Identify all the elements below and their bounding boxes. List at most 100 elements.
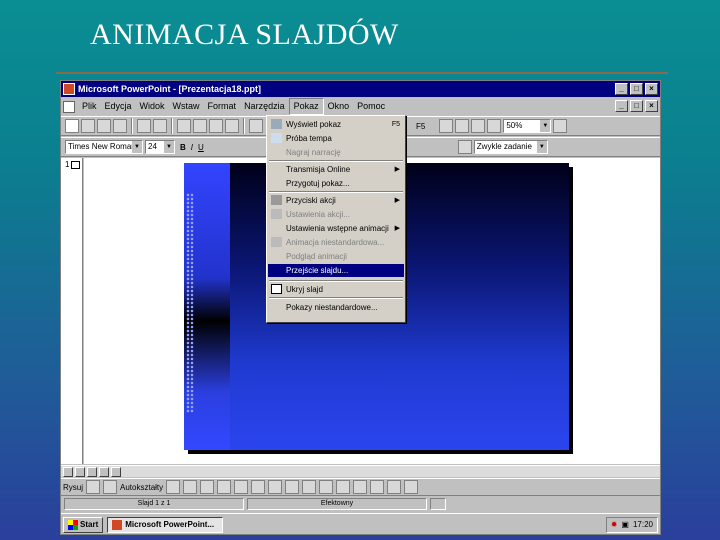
menu-wstaw[interactable]: Wstaw [169,99,204,114]
undo-icon[interactable] [249,119,263,133]
powerpoint-app-icon[interactable] [63,83,75,95]
outline-view-icon[interactable] [75,466,85,477]
doc-close-button[interactable]: × [645,100,658,112]
chevron-down-icon[interactable]: ▼ [540,120,551,132]
arrow-icon[interactable] [183,480,198,494]
custom-animation-icon [271,237,282,247]
minimize-button[interactable]: _ [615,83,628,95]
menu-item-nagraj-narracje[interactable]: Nagraj narrację [268,146,404,159]
tray-bug-icon[interactable]: ✹ [611,520,618,529]
menu-okno[interactable]: Okno [324,99,354,114]
paste-icon[interactable] [209,119,223,133]
menu-item-proba-tempa[interactable]: Próba tempa [268,132,404,145]
toolbar-separator [171,118,173,134]
fill-color-icon[interactable] [285,480,300,494]
menu-format[interactable]: Format [204,99,241,114]
horizontal-scrollbar[interactable] [61,465,660,477]
clipart-icon[interactable] [268,480,283,494]
italic-button[interactable]: I [191,143,193,152]
copy-icon[interactable] [193,119,207,133]
window-titlebar[interactable]: Microsoft PowerPoint - [Prezentacja18.pp… [61,81,660,97]
tray-app-icon[interactable]: ▣ [621,520,629,529]
menu-edycja[interactable]: Edycja [101,99,136,114]
menu-item-animacja-niestandardowa[interactable]: Animacja niestandardowa... [268,236,404,249]
font-name-value: Times New Roman [68,142,136,151]
menu-item-ustawienia-akcji[interactable]: Ustawienia akcji... [268,208,404,221]
select-pointer-icon[interactable] [86,480,101,494]
slideshow-view-icon[interactable] [111,466,121,477]
3d-icon[interactable] [404,480,419,494]
window-title: Microsoft PowerPoint - [Prezentacja18.pp… [78,84,262,94]
menu-item-przejscie-slajdu[interactable]: Przejście slajdu... [268,264,404,277]
print-icon[interactable] [137,119,151,133]
wordart-icon[interactable] [471,119,486,133]
menu-pokaz[interactable]: Pokaz [288,98,324,115]
common-tasks-combo[interactable]: Zwykle zadanie ▼ [473,140,548,154]
chevron-down-icon[interactable]: ▼ [132,141,142,153]
chevron-down-icon[interactable]: ▼ [164,141,174,153]
menu-item-ustawienia-wstepne-animacji[interactable]: Ustawienia wstępne animacji ▶ [268,222,404,235]
font-size-value: 24 [148,142,157,151]
menu-item-przyciski-akcji[interactable]: Przyciski akcji ▶ [268,194,404,207]
font-color-icon[interactable] [319,480,334,494]
powerpoint-icon [112,519,123,530]
doc-restore-button[interactable]: □ [630,100,643,112]
menu-item-podglad-animacji[interactable]: Podgląd animacji [268,250,404,263]
grayscale-icon[interactable] [487,119,502,133]
open-icon[interactable] [81,119,95,133]
zoom-combo[interactable]: 50% ▼ [503,119,552,133]
wordart-icon[interactable] [251,480,266,494]
bold-button[interactable]: B [180,143,186,152]
shortcut-hint: F5 [416,121,426,131]
shadow-icon[interactable] [387,480,402,494]
doc-minimize-button[interactable]: _ [615,100,628,112]
line-color-icon[interactable] [302,480,317,494]
chart-icon[interactable] [455,119,470,133]
format-painter-icon[interactable] [225,119,239,133]
autoshapes-menu-button[interactable]: Autokształty [120,483,163,492]
table-icon[interactable] [439,119,454,133]
menu-widok[interactable]: Widok [136,99,169,114]
rotate-icon[interactable] [103,480,118,494]
cut-icon[interactable] [177,119,191,133]
menu-item-pokazy-niestandardowe[interactable]: Pokazy niestandardowe... [268,301,404,314]
close-button[interactable]: × [645,83,658,95]
draw-menu-button[interactable]: Rysuj [63,483,83,492]
spellcheck-icon[interactable] [153,119,167,133]
font-size-combo[interactable]: 24 ▼ [145,140,175,154]
font-name-combo[interactable]: Times New Roman ▼ [65,140,143,154]
line-style-icon[interactable] [336,480,351,494]
email-icon[interactable] [113,119,127,133]
document-icon[interactable] [63,100,75,113]
menu-item-wyswietl-pokaz[interactable]: Wyświetl pokaz F5 [268,118,404,131]
rectangle-icon[interactable] [200,480,215,494]
slide-dot-pattern [186,193,194,413]
textbox-icon[interactable] [234,480,249,494]
underline-button[interactable]: U [198,143,204,152]
menu-item-przygotuj-pokaz[interactable]: Przygotuj pokaz... [268,177,404,190]
maximize-button[interactable]: □ [630,83,643,95]
action-settings-icon [271,209,282,219]
animation-effects-icon[interactable] [457,140,472,154]
menu-narzedzia[interactable]: Narzędzia [240,99,289,114]
taskbar-powerpoint-button[interactable]: Microsoft PowerPoint... [107,516,224,533]
chevron-down-icon[interactable]: ▼ [536,141,547,153]
start-button[interactable]: Start [63,516,104,533]
slide-thumbnail-icon[interactable] [71,161,80,169]
menu-item-ukryj-slajd[interactable]: Ukryj slajd [268,283,404,296]
help-icon[interactable] [553,119,568,133]
outline-pane[interactable]: 1 [61,158,83,464]
slide-view-icon[interactable] [87,466,97,477]
normal-view-icon[interactable] [63,466,73,477]
dash-style-icon[interactable] [353,480,368,494]
save-icon[interactable] [97,119,111,133]
new-icon[interactable] [65,119,79,133]
clock: 17:20 [632,520,653,529]
slide-sorter-view-icon[interactable] [99,466,109,477]
menu-item-transmisja-online[interactable]: Transmisja Online ▶ [268,163,404,176]
arrow-style-icon[interactable] [370,480,385,494]
menu-pomoc[interactable]: Pomoc [353,99,389,114]
line-icon[interactable] [166,480,181,494]
oval-icon[interactable] [217,480,232,494]
menu-plik[interactable]: Plik [78,99,101,114]
